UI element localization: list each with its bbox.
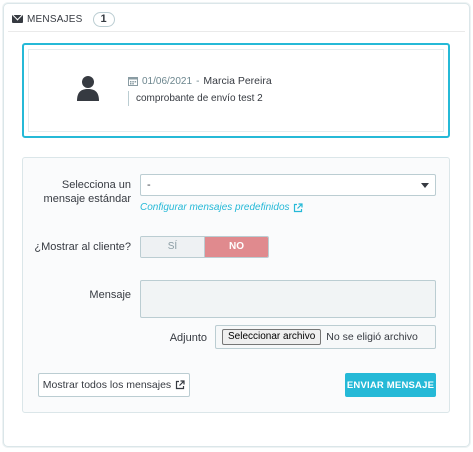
configure-predefined-link[interactable]: Configurar mensajes predefinidos — [140, 202, 303, 213]
configure-link-label: Configurar mensajes predefinidos — [140, 202, 290, 213]
choose-file-button[interactable]: Seleccionar archivo — [222, 329, 322, 345]
show-customer-toggle[interactable]: SÍ NO — [140, 236, 269, 258]
reply-form: Selecciona un mensaje estándar - Configu… — [22, 157, 450, 413]
message-label: Mensaje — [89, 289, 131, 301]
message-textarea[interactable] — [140, 280, 436, 318]
meta-separator: - — [196, 75, 200, 87]
external-link-icon — [293, 202, 303, 212]
show-customer-label: ¿Mostrar al cliente? — [34, 241, 131, 253]
toggle-no[interactable]: NO — [205, 237, 268, 257]
show-all-label: Mostrar todos los mensajes — [42, 379, 172, 391]
heading-divider — [8, 31, 465, 32]
attachment-label: Adjunto — [169, 332, 207, 344]
file-input[interactable]: Seleccionar archivo No se eligió archivo — [215, 325, 436, 349]
select-label: Selecciona un mensaje estándar — [43, 179, 131, 205]
message-text: comprobante de envío test 2 — [128, 91, 263, 106]
message-card: 01/06/2021 - Marcia Pereira comprobante … — [22, 43, 450, 138]
show-all-messages-button[interactable]: Mostrar todos los mensajes — [38, 373, 190, 397]
calendar-icon — [128, 77, 138, 86]
panel-heading: MENSAJES 1 — [12, 10, 115, 28]
message-meta: 01/06/2021 - Marcia Pereira — [128, 75, 272, 87]
envelope-icon — [12, 15, 23, 23]
predefined-message-select[interactable]: - — [140, 174, 436, 196]
message-count-badge: 1 — [92, 11, 115, 27]
panel-title: MENSAJES — [27, 13, 83, 25]
toggle-yes[interactable]: SÍ — [141, 237, 205, 257]
message-author: Marcia Pereira — [203, 75, 272, 87]
user-icon — [77, 76, 99, 101]
select-value: - — [147, 179, 151, 191]
send-message-button[interactable]: ENVIAR MENSAJE — [345, 373, 436, 397]
file-status: No se eligió archivo — [326, 331, 418, 343]
caret-down-icon — [421, 183, 429, 188]
external-link-icon — [176, 380, 185, 390]
message-date: 01/06/2021 — [142, 75, 193, 87]
